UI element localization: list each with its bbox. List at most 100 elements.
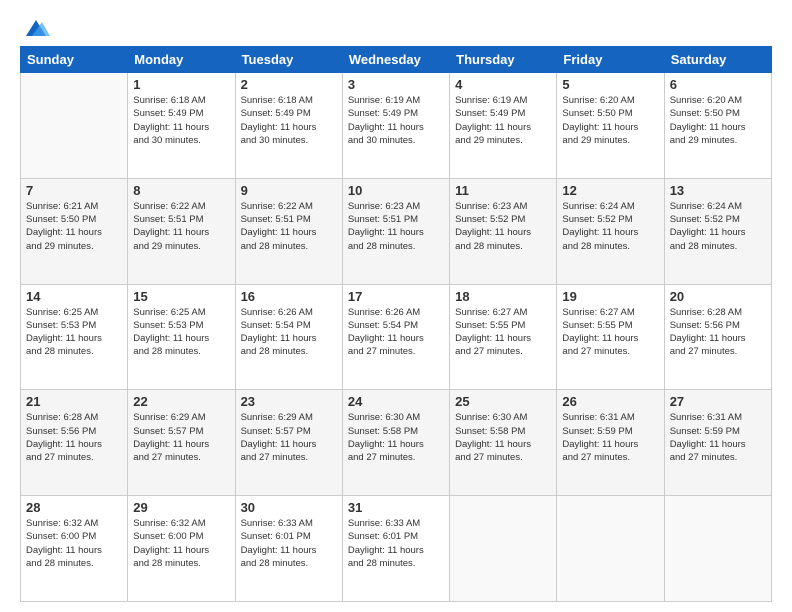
day-info: Sunrise: 6:25 AM Sunset: 5:53 PM Dayligh… [133,306,229,359]
calendar-cell [557,496,664,602]
calendar-cell: 14Sunrise: 6:25 AM Sunset: 5:53 PM Dayli… [21,284,128,390]
calendar-header-row: SundayMondayTuesdayWednesdayThursdayFrid… [21,47,772,73]
col-header-saturday: Saturday [664,47,771,73]
day-info: Sunrise: 6:28 AM Sunset: 5:56 PM Dayligh… [670,306,766,359]
day-info: Sunrise: 6:19 AM Sunset: 5:49 PM Dayligh… [348,94,444,147]
day-number: 7 [26,183,122,198]
day-number: 2 [241,77,337,92]
day-info: Sunrise: 6:24 AM Sunset: 5:52 PM Dayligh… [562,200,658,253]
day-number: 12 [562,183,658,198]
day-number: 6 [670,77,766,92]
day-number: 16 [241,289,337,304]
day-number: 25 [455,394,551,409]
day-number: 17 [348,289,444,304]
week-row-3: 14 Sunrise: 6:25 AM Sunset: 5:53 PM Dayli… [21,284,772,390]
calendar-cell: 9 Sunrise: 6:22 AM Sunset: 5:51 PM Daylig… [235,178,342,284]
day-info: Sunrise: 6:30 AM Sunset: 5:58 PM Dayligh… [348,411,444,464]
calendar-cell: 12 Sunrise: 6:24 AM Sunset: 5:52 PM Dayli… [557,178,664,284]
day-info: Sunrise: 6:33 AM Sunset: 6:01 PM Dayligh… [241,517,337,570]
day-number: 14 [26,289,122,304]
logo [20,18,50,36]
calendar-cell: 6 Sunrise: 6:20 AM Sunset: 5:50 PM Daylig… [664,73,771,179]
day-number: 20 [670,289,766,304]
calendar-cell: 4Sunrise: 6:19 AM Sunset: 5:49 PM Daylig… [450,73,557,179]
day-number: 1 [133,77,229,92]
day-number: 10 [348,183,444,198]
calendar-cell: 31Sunrise: 6:33 AM Sunset: 6:01 PM Dayli… [342,496,449,602]
calendar-table: SundayMondayTuesdayWednesdayThursdayFrid… [20,46,772,602]
day-number: 22 [133,394,229,409]
day-info: Sunrise: 6:22 AM Sunset: 5:51 PM Dayligh… [241,200,337,253]
day-info: Sunrise: 6:31 AM Sunset: 5:59 PM Dayligh… [562,411,658,464]
day-number: 4 [455,77,551,92]
calendar-cell: 1 Sunrise: 6:18 AM Sunset: 5:49 PM Daylig… [128,73,235,179]
day-info: Sunrise: 6:28 AM Sunset: 5:56 PM Dayligh… [26,411,122,464]
col-header-tuesday: Tuesday [235,47,342,73]
col-header-monday: Monday [128,47,235,73]
day-info: Sunrise: 6:26 AM Sunset: 5:54 PM Dayligh… [241,306,337,359]
calendar-cell: 20 Sunrise: 6:28 AM Sunset: 5:56 PM Dayli… [664,284,771,390]
day-number: 8 [133,183,229,198]
col-header-wednesday: Wednesday [342,47,449,73]
calendar-cell [21,73,128,179]
day-number: 30 [241,500,337,515]
day-number: 11 [455,183,551,198]
day-info: Sunrise: 6:32 AM Sunset: 6:00 PM Dayligh… [26,517,122,570]
col-header-friday: Friday [557,47,664,73]
calendar-cell: 17 Sunrise: 6:26 AM Sunset: 5:54 PM Dayli… [342,284,449,390]
day-info: Sunrise: 6:20 AM Sunset: 5:50 PM Dayligh… [670,94,766,147]
week-row-5: 28 Sunrise: 6:32 AM Sunset: 6:00 PM Dayli… [21,496,772,602]
day-number: 3 [348,77,444,92]
calendar-cell: 7 Sunrise: 6:21 AM Sunset: 5:50 PM Daylig… [21,178,128,284]
calendar-cell: 22Sunrise: 6:29 AM Sunset: 5:57 PM Dayli… [128,390,235,496]
calendar-cell: 16 Sunrise: 6:26 AM Sunset: 5:54 PM Dayli… [235,284,342,390]
calendar-cell [450,496,557,602]
calendar-cell: 30 Sunrise: 6:33 AM Sunset: 6:01 PM Dayli… [235,496,342,602]
week-row-2: 7 Sunrise: 6:21 AM Sunset: 5:50 PM Daylig… [21,178,772,284]
day-info: Sunrise: 6:29 AM Sunset: 5:57 PM Dayligh… [241,411,337,464]
calendar-cell: 28 Sunrise: 6:32 AM Sunset: 6:00 PM Dayli… [21,496,128,602]
day-info: Sunrise: 6:27 AM Sunset: 5:55 PM Dayligh… [455,306,551,359]
calendar-cell: 11Sunrise: 6:23 AM Sunset: 5:52 PM Dayli… [450,178,557,284]
calendar-cell: 8 Sunrise: 6:22 AM Sunset: 5:51 PM Daylig… [128,178,235,284]
logo-icon [22,18,50,40]
calendar-cell: 3 Sunrise: 6:19 AM Sunset: 5:49 PM Daylig… [342,73,449,179]
day-info: Sunrise: 6:20 AM Sunset: 5:50 PM Dayligh… [562,94,658,147]
day-info: Sunrise: 6:30 AM Sunset: 5:58 PM Dayligh… [455,411,551,464]
col-header-sunday: Sunday [21,47,128,73]
calendar-cell: 21 Sunrise: 6:28 AM Sunset: 5:56 PM Dayli… [21,390,128,496]
calendar-cell: 23 Sunrise: 6:29 AM Sunset: 5:57 PM Dayli… [235,390,342,496]
col-header-thursday: Thursday [450,47,557,73]
day-number: 28 [26,500,122,515]
calendar-cell: 24Sunrise: 6:30 AM Sunset: 5:58 PM Dayli… [342,390,449,496]
calendar-cell: 5Sunrise: 6:20 AM Sunset: 5:50 PM Daylig… [557,73,664,179]
page: SundayMondayTuesdayWednesdayThursdayFrid… [0,0,792,612]
calendar-cell: 19Sunrise: 6:27 AM Sunset: 5:55 PM Dayli… [557,284,664,390]
header [20,18,772,36]
day-number: 13 [670,183,766,198]
day-number: 18 [455,289,551,304]
week-row-4: 21 Sunrise: 6:28 AM Sunset: 5:56 PM Dayli… [21,390,772,496]
calendar-cell: 2 Sunrise: 6:18 AM Sunset: 5:49 PM Daylig… [235,73,342,179]
day-info: Sunrise: 6:27 AM Sunset: 5:55 PM Dayligh… [562,306,658,359]
day-info: Sunrise: 6:18 AM Sunset: 5:49 PM Dayligh… [133,94,229,147]
day-number: 21 [26,394,122,409]
calendar-cell: 26Sunrise: 6:31 AM Sunset: 5:59 PM Dayli… [557,390,664,496]
day-number: 27 [670,394,766,409]
calendar-cell: 27 Sunrise: 6:31 AM Sunset: 5:59 PM Dayli… [664,390,771,496]
day-info: Sunrise: 6:24 AM Sunset: 5:52 PM Dayligh… [670,200,766,253]
week-row-1: 1 Sunrise: 6:18 AM Sunset: 5:49 PM Daylig… [21,73,772,179]
day-number: 9 [241,183,337,198]
day-info: Sunrise: 6:26 AM Sunset: 5:54 PM Dayligh… [348,306,444,359]
calendar-cell: 18 Sunrise: 6:27 AM Sunset: 5:55 PM Dayli… [450,284,557,390]
day-info: Sunrise: 6:22 AM Sunset: 5:51 PM Dayligh… [133,200,229,253]
calendar-cell: 13 Sunrise: 6:24 AM Sunset: 5:52 PM Dayli… [664,178,771,284]
day-info: Sunrise: 6:31 AM Sunset: 5:59 PM Dayligh… [670,411,766,464]
day-info: Sunrise: 6:23 AM Sunset: 5:51 PM Dayligh… [348,200,444,253]
calendar-cell [664,496,771,602]
day-number: 23 [241,394,337,409]
calendar-cell: 29Sunrise: 6:32 AM Sunset: 6:00 PM Dayli… [128,496,235,602]
day-info: Sunrise: 6:18 AM Sunset: 5:49 PM Dayligh… [241,94,337,147]
day-number: 31 [348,500,444,515]
day-info: Sunrise: 6:21 AM Sunset: 5:50 PM Dayligh… [26,200,122,253]
